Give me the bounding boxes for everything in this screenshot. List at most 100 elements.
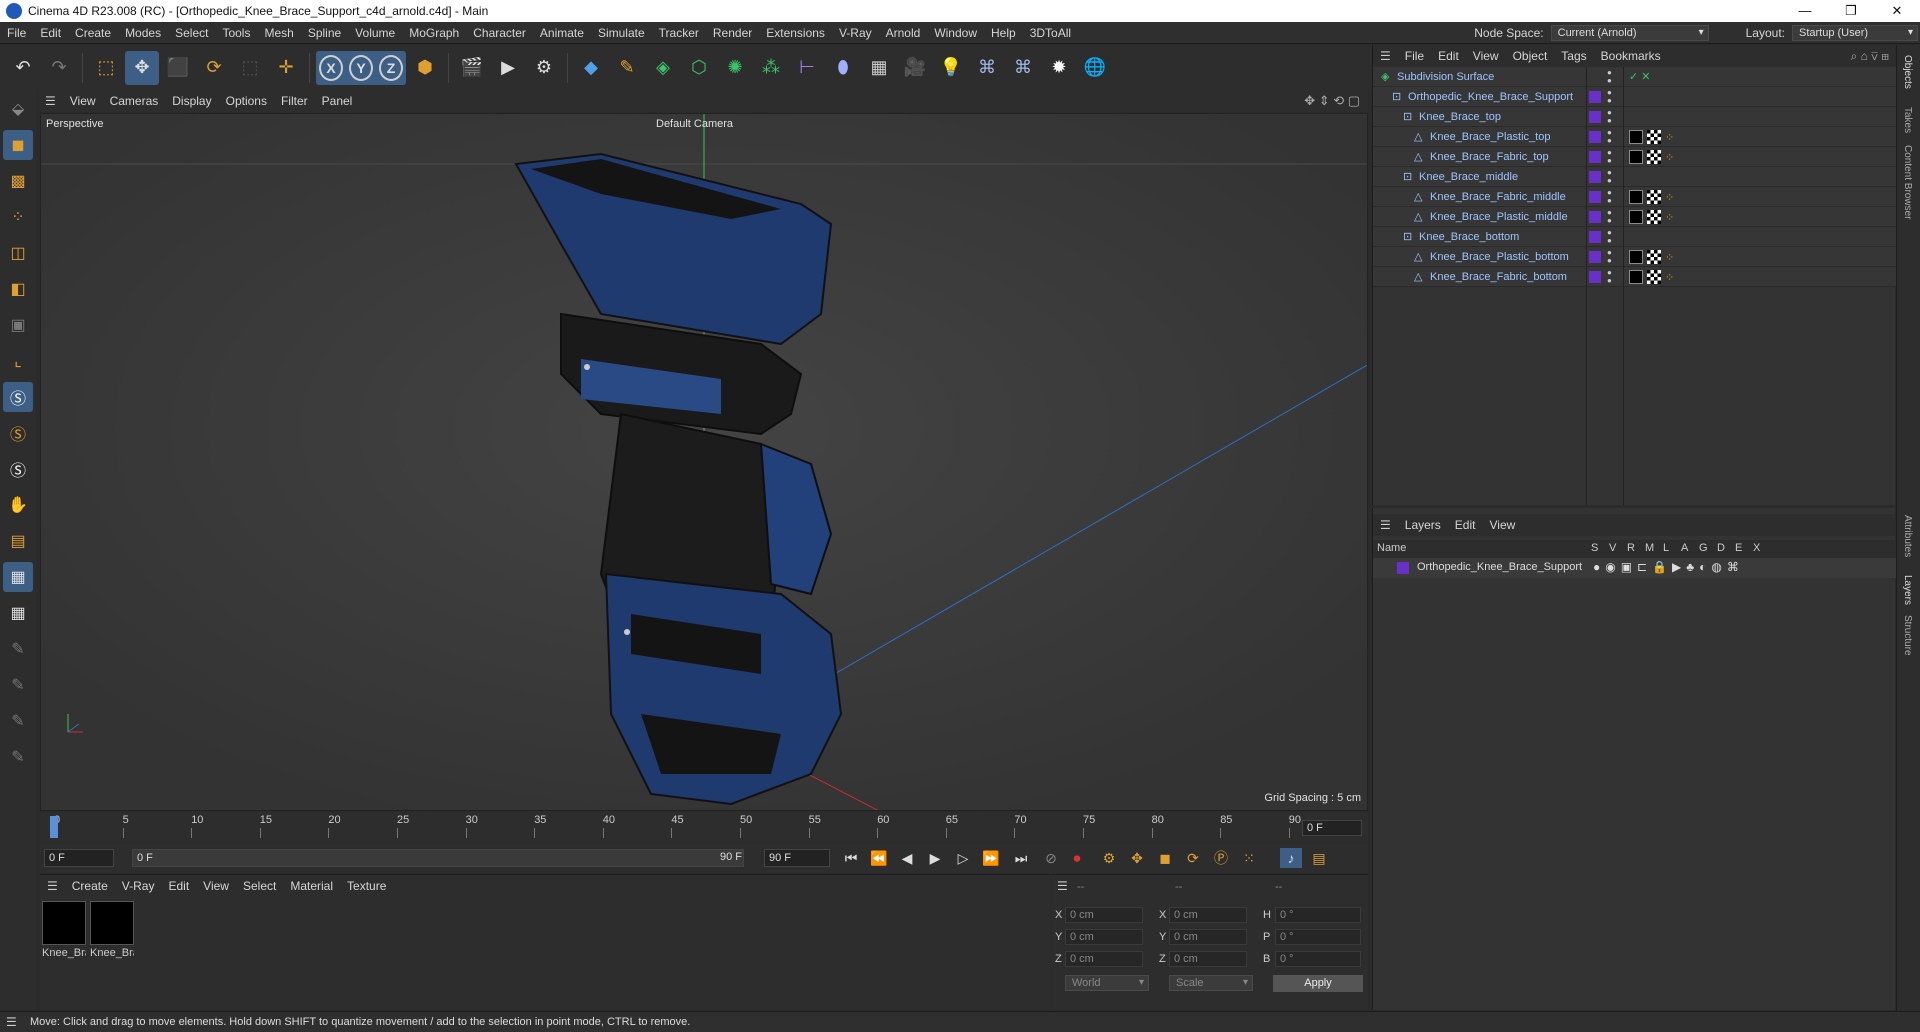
python-script-icon[interactable]: ⌘ xyxy=(1006,51,1040,85)
menu-3dtoall[interactable]: 3DToAll xyxy=(1023,26,1078,40)
object-menu-object[interactable]: Object xyxy=(1506,49,1555,63)
uvw-tag-icon[interactable]: ⁘ xyxy=(1665,191,1674,204)
snap-settings-icon[interactable]: Ⓢ xyxy=(3,418,33,448)
menu-mesh[interactable]: Mesh xyxy=(257,26,300,40)
menu-select[interactable]: Select xyxy=(168,26,215,40)
menu-character[interactable]: Character xyxy=(466,26,533,40)
texture-mode-icon[interactable]: ▩ xyxy=(3,166,33,196)
menu-create[interactable]: Create xyxy=(68,26,118,40)
object-menu-bookmarks[interactable]: Bookmarks xyxy=(1594,49,1668,63)
viewport-menu-cameras[interactable]: Cameras xyxy=(103,94,166,108)
object-row[interactable]: ⊡ Knee_Brace_middle ● ● xyxy=(1373,167,1896,187)
tab-takes[interactable]: Takes xyxy=(1902,107,1913,133)
object-name[interactable]: Knee_Brace_Plastic_bottom xyxy=(1430,251,1569,263)
layer-column-header[interactable]: L xyxy=(1663,542,1669,554)
previous-frame-icon[interactable]: ◀ xyxy=(896,848,918,868)
menu-render[interactable]: Render xyxy=(706,26,759,40)
workplane-icon[interactable]: ▤ xyxy=(3,526,33,556)
visibility-dots-icon[interactable]: ● ● xyxy=(1607,169,1613,185)
object-row[interactable]: △ Knee_Brace_Plastic_top ● ● ⁘ xyxy=(1373,127,1896,147)
material-menu-texture[interactable]: Texture xyxy=(340,879,393,893)
menu-volume[interactable]: Volume xyxy=(348,26,402,40)
coord-mode-select[interactable]: Scale xyxy=(1169,975,1253,991)
play-icon[interactable]: ▶ xyxy=(924,848,946,868)
visibility-dots-icon[interactable]: ● ● xyxy=(1607,189,1613,205)
layer-column-header[interactable]: V xyxy=(1609,542,1616,554)
material-tag-icon[interactable] xyxy=(1629,210,1643,224)
make-editable-icon[interactable]: ⬙ xyxy=(3,94,33,124)
layer-color-icon[interactable] xyxy=(1589,171,1601,183)
go-to-end-icon[interactable]: ⏭ xyxy=(1010,848,1032,868)
locked-workplane-icon[interactable]: ▦ xyxy=(3,562,33,592)
material-menu-view[interactable]: View xyxy=(196,879,236,893)
size-z-field[interactable]: 0 cm xyxy=(1169,951,1247,967)
object-row[interactable]: ⊡ Orthopedic_Knee_Brace_Support ● ● xyxy=(1373,87,1896,107)
polygons-mode-icon[interactable]: ◧ xyxy=(3,274,33,304)
material-tag-icon[interactable] xyxy=(1629,250,1643,264)
layer-column-header[interactable]: D xyxy=(1717,542,1725,554)
tab-layers[interactable]: Layers xyxy=(1902,575,1913,605)
tab-structure[interactable]: Structure xyxy=(1902,615,1913,656)
cube-icon[interactable]: ◆ xyxy=(574,51,608,85)
tab-objects[interactable]: Objects xyxy=(1902,55,1913,89)
menu-tools[interactable]: Tools xyxy=(215,26,257,40)
layer-column-header[interactable]: E xyxy=(1735,542,1742,554)
material-tag-icon[interactable] xyxy=(1629,150,1643,164)
object-name[interactable]: Knee_Brace_Fabric_top xyxy=(1430,151,1549,163)
layer-color-icon[interactable] xyxy=(1589,211,1601,223)
timeline-window-icon[interactable]: ▤ xyxy=(1308,848,1330,868)
frame-range-slider[interactable]: 0 F xyxy=(132,849,744,867)
previous-key-icon[interactable]: ⏪ xyxy=(868,848,890,868)
timeline-ruler[interactable]: 051015202530354045505560657075808590 0 F xyxy=(40,812,1368,842)
pos-y-field[interactable]: 0 cm xyxy=(1065,929,1143,945)
layer-menu-layers[interactable]: Layers xyxy=(1398,518,1448,532)
material-menu-icon[interactable]: ☰ xyxy=(40,879,65,893)
coord-menu-icon[interactable]: ☰ xyxy=(1057,879,1068,893)
next-key-icon[interactable]: ⏩ xyxy=(980,848,1002,868)
render-picture-viewer-icon[interactable]: ▶ xyxy=(491,51,525,85)
material-menu-create[interactable]: Create xyxy=(65,879,115,893)
layer-menu-edit[interactable]: Edit xyxy=(1448,518,1483,532)
pos-z-field[interactable]: 0 cm xyxy=(1065,951,1143,967)
object-name[interactable]: Subdivision Surface xyxy=(1397,71,1494,83)
viewport-menu-icon[interactable]: ☰ xyxy=(38,94,63,108)
material-tag-icon[interactable] xyxy=(1629,130,1643,144)
tweak-icon[interactable]: ✋ xyxy=(3,490,33,520)
object-name[interactable]: Knee_Brace_bottom xyxy=(1419,231,1519,243)
motion-path-icon[interactable]: ♪ xyxy=(1280,848,1302,868)
layer-color-icon[interactable] xyxy=(1589,131,1601,143)
visibility-dots-icon[interactable]: ● ● xyxy=(1607,149,1613,165)
axis-mode-icon[interactable]: ⌞ xyxy=(3,346,33,376)
texture-tag-icon[interactable] xyxy=(1647,150,1661,164)
key-rotate-icon[interactable]: ⟳ xyxy=(1182,848,1204,868)
uvw-tag-icon[interactable]: ⁘ xyxy=(1665,271,1674,284)
layout-select[interactable]: Startup (User) xyxy=(1792,25,1918,41)
visibility-dots-icon[interactable]: ● ● xyxy=(1607,69,1613,85)
visibility-dots-icon[interactable]: ● ● xyxy=(1607,269,1613,285)
playhead[interactable] xyxy=(50,816,58,838)
key-param-icon[interactable]: Ⓟ xyxy=(1210,848,1232,868)
layer-menu-icon[interactable]: ☰ xyxy=(1373,518,1398,532)
object-row[interactable]: ⊡ Knee_Brace_top ● ● xyxy=(1373,107,1896,127)
end-frame-field[interactable]: 90 F xyxy=(764,849,830,867)
autokey-icon[interactable]: ⏺ xyxy=(1066,848,1088,868)
menu-tracker[interactable]: Tracker xyxy=(652,26,706,40)
mograph-icon[interactable]: ⁂ xyxy=(754,51,788,85)
viewport-menu-view[interactable]: View xyxy=(63,94,103,108)
uvw-tag-icon[interactable]: ⁘ xyxy=(1665,251,1674,264)
rotate-tool-icon[interactable]: ⟳ xyxy=(197,51,231,85)
go-to-start-icon[interactable]: ⏮ xyxy=(840,848,862,868)
size-y-field[interactable]: 0 cm xyxy=(1169,929,1247,945)
object-name[interactable]: Knee_Brace_middle xyxy=(1419,171,1518,183)
rot-h-field[interactable]: 0 ° xyxy=(1275,907,1361,923)
size-x-field[interactable]: 0 cm xyxy=(1169,907,1247,923)
minimize-button[interactable]: — xyxy=(1782,0,1828,22)
settings-gear-icon[interactable]: ✹ xyxy=(1042,51,1076,85)
snap-mode-icon[interactable]: Ⓢ xyxy=(3,454,33,484)
menu-modes[interactable]: Modes xyxy=(118,26,168,40)
material-swatch[interactable]: Knee_Bra xyxy=(42,901,86,963)
key-pla-icon[interactable]: ⁙ xyxy=(1238,848,1260,868)
texture-tag-icon[interactable] xyxy=(1647,270,1661,284)
material-swatch[interactable]: Knee_Bra xyxy=(90,901,134,963)
light-icon[interactable]: 💡 xyxy=(934,51,968,85)
